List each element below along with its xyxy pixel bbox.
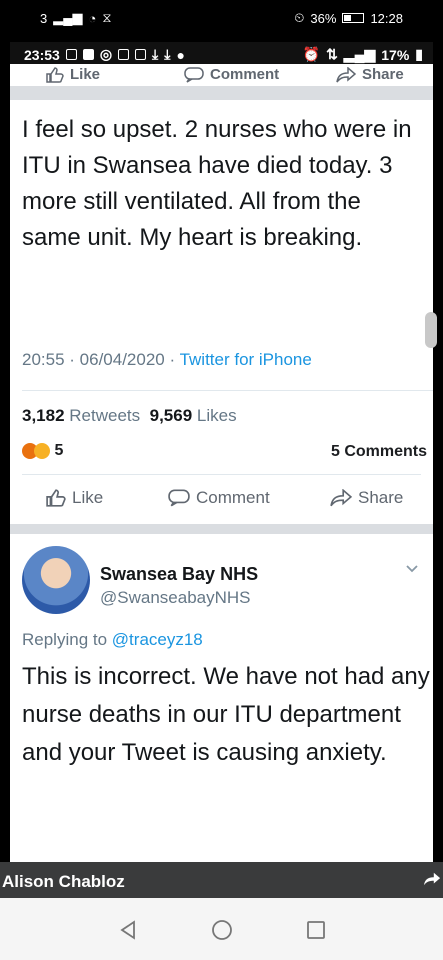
download-icon-2: ⤓ bbox=[164, 46, 171, 62]
divider bbox=[10, 86, 433, 100]
notification-icon: ⧖ bbox=[102, 10, 112, 25]
retweets-label[interactable]: Retweets bbox=[69, 406, 140, 425]
download-icon: ⤓ bbox=[152, 46, 159, 62]
comment-button-top[interactable]: Comment bbox=[184, 66, 279, 83]
recents-icon[interactable] bbox=[304, 918, 328, 942]
like-label: Like bbox=[70, 66, 101, 83]
divider bbox=[22, 474, 421, 475]
likes-label[interactable]: Likes bbox=[197, 406, 237, 425]
replying-prefix: Replying to bbox=[22, 630, 108, 649]
comment-icon bbox=[168, 489, 190, 507]
share-icon[interactable] bbox=[423, 870, 441, 888]
battery-percent: 36% bbox=[310, 10, 337, 26]
scroll-handle[interactable] bbox=[425, 312, 437, 348]
comment-button[interactable]: Comment bbox=[168, 488, 270, 508]
tweet-source[interactable]: Twitter for iPhone bbox=[180, 350, 312, 369]
clock: 12:28 bbox=[370, 10, 403, 26]
inner-battery-percent: 17% bbox=[381, 46, 410, 63]
comment-icon bbox=[184, 66, 204, 83]
comments-count[interactable]: 5 Comments bbox=[331, 443, 427, 461]
reactions-row: 5 5 Comments bbox=[22, 442, 427, 464]
check-icon bbox=[118, 49, 130, 60]
like-button[interactable]: Like bbox=[46, 488, 103, 508]
likes-count: 9,569 bbox=[149, 406, 193, 425]
account-name[interactable]: Swansea Bay NHS bbox=[100, 564, 258, 585]
post-actions: Like Comment Share bbox=[10, 484, 433, 514]
share-icon bbox=[330, 489, 352, 507]
messenger-icon: ◎ bbox=[99, 46, 113, 62]
tweet-card: I feel so upset. 2 nurses who were in IT… bbox=[10, 100, 437, 524]
thumbs-up-icon bbox=[46, 489, 66, 507]
outer-status-bar: 3 ▂▄▆ ◔ ⧖ ⏲ 36% 12:28 bbox=[0, 0, 443, 36]
tweet-time: 20:55 bbox=[22, 350, 65, 369]
cast-icon bbox=[65, 49, 77, 60]
battery-icon bbox=[342, 13, 365, 23]
like-label: Like bbox=[72, 488, 104, 507]
reactions-count[interactable]: 5 bbox=[54, 442, 63, 459]
inner-clock: 23:53 bbox=[24, 46, 60, 63]
reply-tweet-card: Swansea Bay NHS @SwanseabayNHS Replying … bbox=[10, 534, 433, 862]
share-button-top[interactable]: Share bbox=[336, 66, 404, 83]
replying-handle[interactable]: @traceyz18 bbox=[112, 630, 203, 649]
comment-label: Comment bbox=[210, 66, 280, 83]
sad-emoji-icon bbox=[34, 443, 50, 459]
app-icon: ● bbox=[176, 46, 185, 63]
avatar[interactable] bbox=[22, 546, 90, 614]
like-button-top[interactable]: Like bbox=[46, 66, 100, 83]
previous-post-actions: Like Comment Share bbox=[10, 64, 433, 86]
wifi-icon: ◔ bbox=[88, 10, 97, 26]
navigation-bar bbox=[0, 898, 443, 960]
inner-battery-icon: ▮ bbox=[415, 46, 423, 62]
user-name[interactable]: Alison Chabloz bbox=[2, 872, 125, 892]
inner-status-bar: 23:53 ◎ ⤓ ⤓ ● ⏰ ⇅ ▂▄▆ 17% ▮ bbox=[10, 42, 433, 66]
divider bbox=[22, 390, 433, 391]
thumbs-up-icon bbox=[46, 66, 64, 83]
retweets-count: 3,182 bbox=[22, 406, 65, 425]
carrier-text: 3 bbox=[40, 10, 48, 26]
replying-to: Replying to @traceyz18 bbox=[22, 630, 203, 650]
message-icon bbox=[82, 49, 94, 60]
share-label: Share bbox=[362, 66, 404, 83]
tweet-meta: 20:55 · 06/04/2020 · Twitter for iPhone bbox=[22, 350, 312, 369]
comment-label: Comment bbox=[196, 488, 270, 507]
share-icon bbox=[336, 66, 356, 82]
fb-user-bar: Alison Chabloz bbox=[0, 862, 443, 898]
chevron-down-icon[interactable] bbox=[405, 564, 419, 574]
back-icon[interactable] bbox=[116, 918, 140, 942]
tweet-stats: 3,182 Retweets 9,569 Likes bbox=[22, 406, 237, 426]
home-icon[interactable] bbox=[210, 918, 234, 942]
share-button[interactable]: Share bbox=[330, 488, 403, 508]
alarm-icon: ⏰ bbox=[302, 46, 321, 62]
signal-icon: ▂▄▆ bbox=[343, 46, 376, 62]
account-handle[interactable]: @SwanseabayNHS bbox=[100, 588, 251, 608]
network-icon: ⇅ bbox=[326, 46, 338, 62]
divider bbox=[10, 524, 433, 534]
tweet-text: I feel so upset. 2 nurses who were in IT… bbox=[22, 116, 412, 251]
signal-icon: ▂▄▆ bbox=[53, 10, 83, 25]
tweet-date: 06/04/2020 bbox=[79, 350, 165, 369]
reply-text: This is incorrect. We have not had any n… bbox=[22, 663, 430, 766]
share-label: Share bbox=[358, 488, 404, 507]
alarm-icon: ⏲ bbox=[294, 10, 305, 25]
gallery-icon bbox=[135, 49, 147, 60]
